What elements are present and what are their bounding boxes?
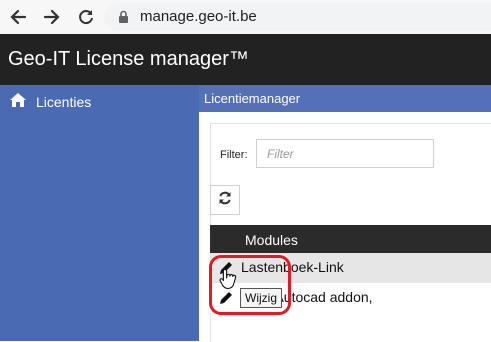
app-title: Geo-IT License manager™ xyxy=(8,48,249,70)
back-arrow-icon[interactable] xyxy=(6,5,30,29)
filter-label: Filter: xyxy=(220,149,248,161)
app-header: Geo-IT License manager™ xyxy=(0,34,491,85)
highlight-annotation xyxy=(209,255,291,315)
reload-icon[interactable] xyxy=(74,5,98,29)
sidebar-item-licenties[interactable]: Licenties xyxy=(10,93,91,110)
sidebar-item-label: Licenties xyxy=(36,93,92,110)
refresh-button[interactable] xyxy=(210,185,240,215)
browser-toolbar: manage.geo-it.be xyxy=(0,0,491,34)
forward-arrow-icon[interactable] xyxy=(40,5,64,29)
sidebar: Licenties xyxy=(0,85,199,341)
home-icon xyxy=(10,93,36,110)
table-header: Modules xyxy=(210,225,491,253)
url-text[interactable]: manage.geo-it.be xyxy=(140,8,257,25)
column-header-modules: Modules xyxy=(245,232,298,248)
refresh-icon xyxy=(218,191,232,210)
panel-header: Licentiemanager xyxy=(199,85,491,112)
filter-input[interactable] xyxy=(256,139,434,168)
lock-icon xyxy=(118,10,129,29)
panel-title: Licentiemanager xyxy=(204,91,301,106)
